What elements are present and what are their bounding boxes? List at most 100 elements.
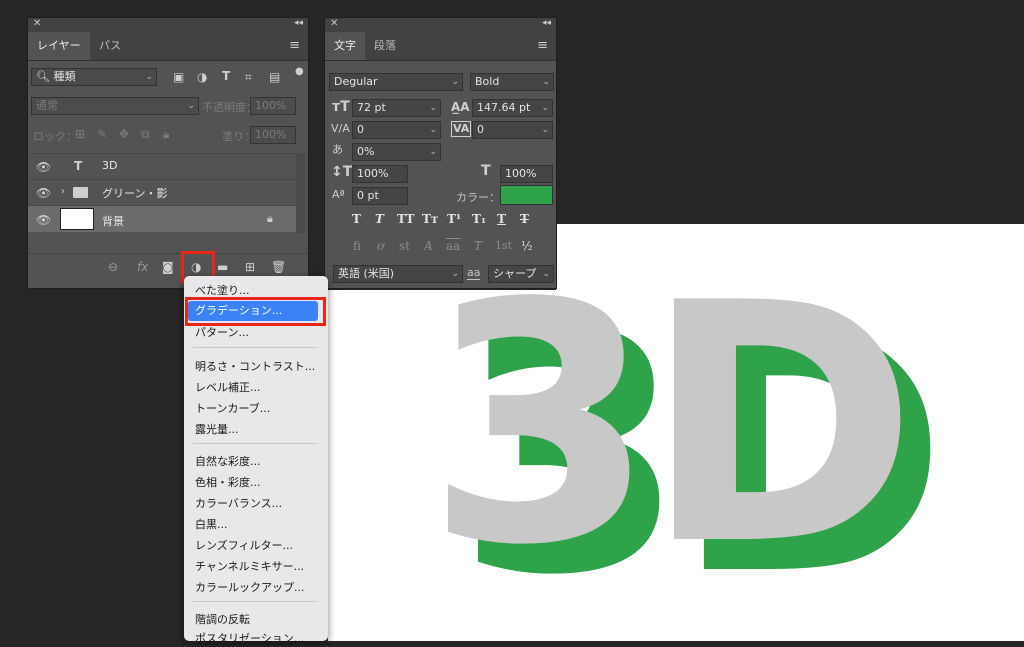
link-icon[interactable]: ⊖ bbox=[108, 260, 118, 274]
panel-menu-icon[interactable]: ≡ bbox=[537, 38, 548, 53]
lock-move-icon[interactable]: ✥ bbox=[119, 127, 129, 141]
baseline-shift-field[interactable]: 0% 0 pt bbox=[352, 187, 408, 205]
layers-scrollbar[interactable] bbox=[296, 153, 305, 233]
faux-italic-button[interactable]: T bbox=[375, 212, 384, 226]
lock-all-icon[interactable]: 🔒︎ bbox=[163, 127, 169, 141]
menu-item-vibrance[interactable]: 自然な彩度... bbox=[195, 453, 261, 469]
old-style-button[interactable]: ơ bbox=[377, 239, 384, 253]
swash-button[interactable]: A bbox=[424, 239, 433, 253]
menu-item-levels[interactable]: レベル補正... bbox=[195, 379, 261, 395]
chevron-down-icon: ⌄ bbox=[429, 125, 437, 135]
tab-paragraph[interactable]: 段落 bbox=[365, 32, 405, 60]
titling-alternates-button[interactable]: T bbox=[474, 239, 482, 253]
eye-icon[interactable]: 👁︎ bbox=[36, 186, 51, 200]
tab-character[interactable]: 文字 bbox=[325, 32, 365, 60]
blend-mode-select[interactable]: 通常 ⌄ bbox=[31, 97, 199, 115]
small-caps-button[interactable]: Tт bbox=[422, 212, 438, 226]
layer-row[interactable]: 👁︎ T 3D bbox=[28, 153, 296, 178]
underline-button[interactable]: T bbox=[497, 212, 506, 226]
color-swatch[interactable] bbox=[500, 185, 553, 205]
ligature-button[interactable]: ﬁ bbox=[353, 239, 361, 253]
lock-icon: 🔒︎ bbox=[267, 212, 273, 225]
collapse-icon[interactable]: ◂◂ bbox=[542, 18, 551, 28]
lock-artboard-icon[interactable]: ⧉ bbox=[141, 127, 150, 141]
font-family-select[interactable]: Degular ⌄ bbox=[329, 73, 463, 91]
opacity-field[interactable]: 100% bbox=[250, 97, 296, 115]
stylistic-alternates-button[interactable]: aa bbox=[446, 239, 460, 253]
layer-row[interactable]: 👁︎ › グリーン・影 bbox=[28, 179, 296, 204]
menu-item-exposure[interactable]: 露光量... bbox=[195, 421, 239, 437]
kerning-icon: V/A bbox=[331, 122, 350, 135]
menu-item-channel-mixer[interactable]: チャンネルミキサー... bbox=[195, 558, 304, 574]
menu-item-solid-color[interactable]: べた塗り... bbox=[195, 282, 250, 298]
menu-item-hue-saturation[interactable]: 色相・彩度... bbox=[195, 474, 261, 490]
filter-shape-icon[interactable]: ⌗ bbox=[245, 70, 252, 84]
blend-mode-value: 通常 bbox=[36, 99, 58, 112]
folder-icon[interactable]: ▬ bbox=[217, 260, 228, 274]
opacity-value: 100% bbox=[255, 99, 287, 112]
menu-item-black-white[interactable]: 白黒... bbox=[195, 516, 228, 532]
tracking-field[interactable]: 0 ⌄ bbox=[472, 121, 553, 139]
layers-tabs: レイヤー パス ≡ bbox=[28, 32, 308, 61]
menu-item-curves[interactable]: トーンカーブ... bbox=[195, 400, 270, 416]
close-icon[interactable]: ✕ bbox=[33, 18, 41, 29]
tracking-icon: VA bbox=[451, 121, 472, 137]
tab-paths[interactable]: パス bbox=[90, 32, 130, 60]
subscript-button[interactable]: T₁ bbox=[472, 212, 486, 226]
ordinals-button[interactable]: 1st bbox=[495, 239, 512, 252]
filter-smartobject-icon[interactable]: ▤ bbox=[269, 70, 280, 84]
tab-layers[interactable]: レイヤー bbox=[28, 32, 90, 60]
vertical-scale-field[interactable]: 100% bbox=[352, 165, 408, 183]
mask-icon[interactable]: ◙ bbox=[162, 260, 174, 274]
panel-menu-icon[interactable]: ≡ bbox=[289, 38, 300, 53]
eye-icon[interactable]: 👁︎ bbox=[36, 160, 51, 174]
all-caps-button[interactable]: TT bbox=[397, 212, 414, 226]
font-style-value: Bold bbox=[475, 75, 500, 88]
menu-item-color-balance[interactable]: カラーバランス... bbox=[195, 495, 282, 511]
menu-item-pattern[interactable]: パターン... bbox=[195, 324, 249, 340]
tsume-field[interactable]: 0% ⌄ bbox=[352, 143, 441, 161]
filter-toggle-icon[interactable]: ● bbox=[295, 65, 304, 79]
lock-paint-icon[interactable]: ✎ bbox=[97, 127, 107, 141]
menu-item-invert[interactable]: 階調の反転 bbox=[195, 611, 250, 627]
layer-name: 背景 bbox=[102, 215, 124, 228]
layer-name: グリーン・影 bbox=[102, 187, 168, 200]
canvas-text-front: 3D bbox=[426, 233, 918, 617]
faux-bold-button[interactable]: T bbox=[352, 212, 361, 226]
antialias-select[interactable]: シャープ ⌄ bbox=[488, 265, 554, 283]
trash-icon[interactable]: 🗑︎ bbox=[271, 260, 286, 274]
character-tabs: 文字 段落 ≡ bbox=[325, 32, 556, 61]
layer-row[interactable]: 👁︎ 背景 🔒︎ bbox=[28, 205, 296, 232]
leading-value: 147.64 pt bbox=[477, 101, 531, 114]
filter-text-icon[interactable]: T bbox=[222, 69, 230, 83]
superscript-button[interactable]: T¹ bbox=[447, 212, 461, 226]
font-size-field[interactable]: 72 pt ⌄ bbox=[352, 99, 441, 117]
close-icon[interactable]: ✕ bbox=[330, 18, 338, 29]
search-icon: 🔍︎ bbox=[36, 70, 50, 83]
font-style-select[interactable]: Bold ⌄ bbox=[470, 73, 554, 91]
new-layer-icon[interactable]: ⊞ bbox=[245, 260, 255, 274]
filter-image-icon[interactable]: ▣ bbox=[173, 70, 184, 84]
language-select[interactable]: 英語 (米国) ⌄ bbox=[333, 265, 463, 283]
chevron-down-icon: ⌄ bbox=[429, 147, 437, 157]
menu-item-photo-filter[interactable]: レンズフィルター... bbox=[195, 537, 293, 553]
menu-item-posterize[interactable]: ポスタリゼーション... bbox=[195, 630, 304, 646]
lock-transparent-icon[interactable]: ⊞ bbox=[75, 127, 85, 141]
leading-field[interactable]: 147.64 pt ⌄ bbox=[472, 99, 553, 117]
menu-item-brightness-contrast[interactable]: 明るさ・コントラスト... bbox=[195, 358, 315, 374]
baseline-shift-icon: Aª bbox=[332, 188, 345, 201]
filter-adjustment-icon[interactable]: ◑ bbox=[197, 70, 207, 84]
eye-icon[interactable]: 👁︎ bbox=[36, 213, 51, 227]
fill-field[interactable]: 100% bbox=[250, 126, 296, 144]
layer-filter-select[interactable]: 🔍︎ 種類 ⌄ bbox=[31, 68, 157, 86]
fractions-button[interactable]: ½ bbox=[521, 239, 533, 253]
kerning-field[interactable]: 0 ⌄ bbox=[352, 121, 441, 139]
collapse-icon[interactable]: ◂◂ bbox=[294, 18, 303, 28]
discretionary-ligature-button[interactable]: st bbox=[399, 239, 410, 253]
chevron-right-icon[interactable]: › bbox=[61, 185, 65, 199]
strikethrough-button[interactable]: T bbox=[520, 212, 529, 226]
fx-icon[interactable]: fx bbox=[137, 260, 148, 274]
menu-item-color-lookup[interactable]: カラールックアップ... bbox=[195, 579, 305, 595]
horizontal-scale-field[interactable]: 100% bbox=[500, 165, 553, 183]
chevron-down-icon: ⌄ bbox=[542, 77, 550, 87]
